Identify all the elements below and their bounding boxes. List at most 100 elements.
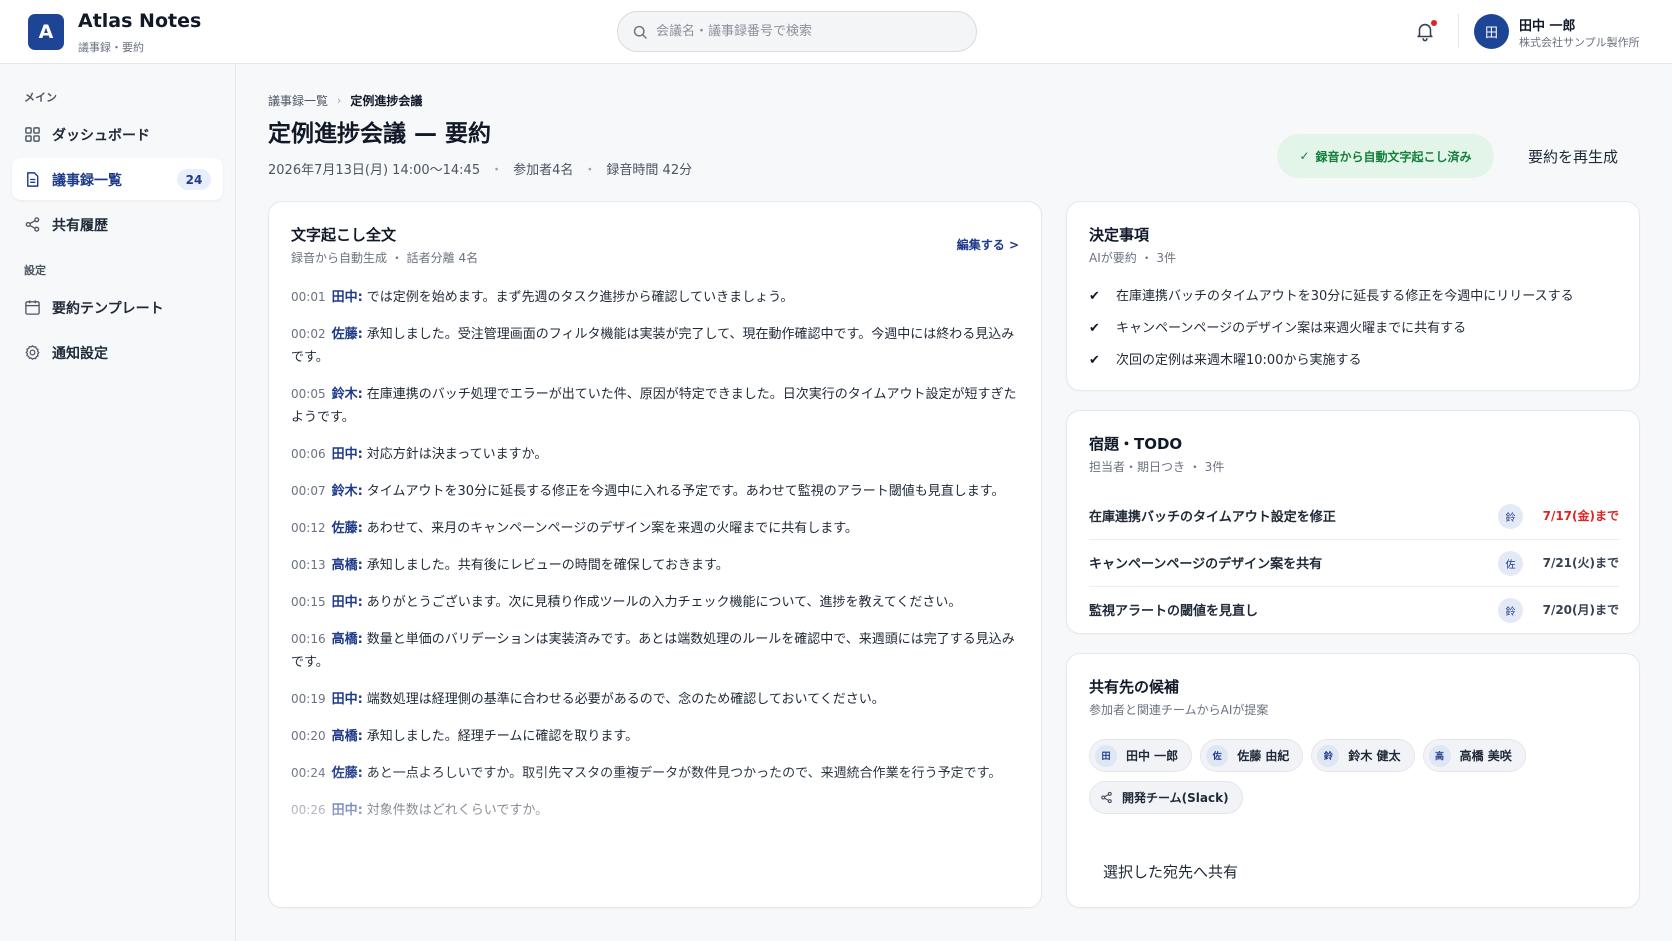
timestamp[interactable]: 00:26 bbox=[291, 803, 326, 817]
due-date: 7/21(火)まで bbox=[1542, 556, 1619, 570]
avatar: 田 bbox=[1095, 744, 1117, 767]
calendar-icon bbox=[25, 300, 40, 315]
sidebar-item-label: 議事録一覧 bbox=[52, 173, 122, 189]
card-title: 宿題・TODO bbox=[1089, 435, 1183, 453]
transcript-line: 00:16 高橋: 数量と単価のバリデーションは実装済みです。あとは端数処理のルール… bbox=[291, 628, 1017, 674]
timestamp[interactable]: 00:06 bbox=[291, 447, 326, 461]
todo-text: 監視アラートの閾値を見直し bbox=[1089, 604, 1259, 619]
search-input[interactable] bbox=[656, 12, 966, 51]
card-subtitle: 担当者・期日つき ・ 3件 bbox=[1089, 460, 1225, 474]
todo-row[interactable]: 監視アラートの閾値を見直し 鈴 7/20(月)まで bbox=[1089, 587, 1619, 634]
timestamp[interactable]: 00:16 bbox=[291, 632, 326, 646]
timestamp[interactable]: 00:15 bbox=[291, 595, 326, 609]
speaker-name: 高橋: bbox=[331, 729, 363, 744]
list-item: ✔ 在庫連携バッチのタイムアウトを30分に延長する修正を今週中にリリースする bbox=[1089, 286, 1619, 318]
search-icon bbox=[633, 25, 647, 39]
separator-dot: ・ bbox=[583, 163, 597, 178]
speaker-name: 佐藤: bbox=[331, 766, 363, 781]
timestamp[interactable]: 00:02 bbox=[291, 327, 326, 341]
sidebar-item-label: 要約テンプレート bbox=[52, 301, 164, 317]
separator-dot: ・ bbox=[490, 163, 504, 178]
speaker-name: 佐藤: bbox=[331, 521, 363, 536]
page-title-main: 定例進捗会議 bbox=[268, 121, 406, 147]
sidebar-item-share-history[interactable]: 共有履歴 bbox=[12, 203, 223, 245]
utterance-text: では定例を始めます。まず先週のタスク進捗から確認していきましょう。 bbox=[366, 290, 794, 305]
transcript-card: 文字起こし全文 録音から自動生成 ・ 話者分離 4名 編集する > 00:01 田… bbox=[268, 201, 1042, 908]
utterance-text: あわせて、来月のキャンペーンページのデザイン案を来週の火曜までに共有します。 bbox=[366, 521, 858, 536]
chevron-right-icon: › bbox=[337, 94, 342, 107]
assignee-avatar: 鈴 bbox=[1498, 598, 1523, 623]
app-title: Atlas Notes bbox=[78, 10, 202, 32]
recipient-chip-team[interactable]: 開発チーム(Slack) bbox=[1089, 781, 1243, 814]
regenerate-summary-button[interactable]: 要約を再生成 bbox=[1508, 134, 1638, 178]
list-item: ✔ キャンペーンページのデザイン案は来週火曜までに共有する bbox=[1089, 318, 1619, 350]
todo-row[interactable]: キャンペーンページのデザイン案を共有 佐 7/21(火)まで bbox=[1089, 540, 1619, 587]
share-selected-button[interactable]: 選択した宛先へ共有 bbox=[1089, 850, 1279, 892]
share-icon bbox=[1095, 787, 1117, 809]
breadcrumb-current: 定例進捗会議 bbox=[350, 94, 423, 108]
chip-label: 田中 一郎 bbox=[1126, 749, 1179, 763]
card-subtitle: 録音から自動生成 ・ 話者分離 4名 bbox=[291, 251, 479, 265]
transcript-line: 00:05 鈴木: 在庫連携のバッチ処理でエラーが出ていた件、原因が特定できました。… bbox=[291, 383, 1017, 429]
recipient-chip[interactable]: 鈴 鈴木 健太 bbox=[1311, 739, 1415, 772]
recipient-chip[interactable]: 高 高橋 美咲 bbox=[1422, 739, 1526, 772]
grid-icon bbox=[25, 127, 40, 142]
timestamp[interactable]: 00:12 bbox=[291, 521, 326, 535]
timestamp[interactable]: 00:13 bbox=[291, 558, 326, 572]
timestamp[interactable]: 00:24 bbox=[291, 766, 326, 780]
sidebar-item-dashboard[interactable]: ダッシュボード bbox=[12, 113, 223, 155]
speaker-name: 田中: bbox=[331, 803, 363, 818]
card-title: 決定事項 bbox=[1089, 226, 1150, 244]
utterance-text: 承知しました。経理チームに確認を取ります。 bbox=[366, 729, 639, 744]
utterance-text: 承知しました。共有後にレビューの時間を確保しておきます。 bbox=[366, 558, 729, 573]
todo-list: 在庫連携バッチのタイムアウト設定を修正 鈴 7/17(金)まで キャンペーンペー… bbox=[1089, 493, 1619, 634]
share-icon bbox=[25, 217, 40, 232]
transcript-line: 00:26 田中: 対象件数はどれくらいですか。 bbox=[291, 799, 1017, 822]
timestamp[interactable]: 00:19 bbox=[291, 692, 326, 706]
todo-text: キャンペーンページのデザイン案を共有 bbox=[1089, 557, 1323, 572]
check-icon: ✔ bbox=[1089, 353, 1100, 368]
chip-label: 佐藤 由紀 bbox=[1237, 749, 1290, 763]
avatar: 高 bbox=[1428, 744, 1451, 767]
timestamp[interactable]: 00:01 bbox=[291, 290, 326, 304]
recipient-chip[interactable]: 田 田中 一郎 bbox=[1089, 739, 1193, 772]
user-name[interactable]: 田中 一郎 bbox=[1519, 15, 1576, 34]
page-title: 定例進捗会議 — 要約 bbox=[268, 114, 491, 148]
chip-label: 高橋 美咲 bbox=[1459, 749, 1512, 763]
recipient-chip[interactable]: 佐 佐藤 由紀 bbox=[1200, 739, 1304, 772]
chip-label: 開発チーム(Slack) bbox=[1122, 791, 1229, 805]
timestamp[interactable]: 00:05 bbox=[291, 387, 326, 401]
user-avatar[interactable]: 田 bbox=[1474, 14, 1509, 49]
due-date: 7/20(月)まで bbox=[1542, 603, 1619, 617]
breadcrumb: 議事録一覧 › 定例進捗会議 bbox=[268, 92, 422, 109]
sidebar-item-notification-settings[interactable]: 通知設定 bbox=[12, 331, 223, 373]
transcript-line: 00:07 鈴木: タイムアウトを30分に延長する修正を今週中に入れる予定です。あわ… bbox=[291, 480, 1017, 503]
todo-row[interactable]: 在庫連携バッチのタイムアウト設定を修正 鈴 7/17(金)まで bbox=[1089, 493, 1619, 540]
utterance-text: 対応方針は決まっていますか。 bbox=[366, 447, 548, 462]
todo-text: 在庫連携バッチのタイムアウト設定を修正 bbox=[1089, 510, 1336, 525]
decisions-card: 決定事項 AIが要約 ・ 3件 ✔ 在庫連携バッチのタイムアウトを30分に延長す… bbox=[1066, 201, 1640, 391]
sidebar-item-label: 通知設定 bbox=[52, 346, 108, 362]
header-divider bbox=[1458, 14, 1459, 48]
speaker-name: 高橋: bbox=[331, 632, 363, 647]
utterance-text: 端数処理は経理側の基準に合わせる必要があるので、念のため確認しておいてください。 bbox=[366, 692, 885, 707]
assignee-avatar: 鈴 bbox=[1498, 504, 1523, 529]
nav-section-settings: 設定 bbox=[24, 264, 46, 277]
timestamp[interactable]: 00:07 bbox=[291, 484, 326, 498]
sidebar-item-label: 共有履歴 bbox=[52, 218, 108, 234]
check-icon: ✔ bbox=[1089, 289, 1100, 304]
transcript-lines[interactable]: 00:01 田中: では定例を始めます。まず先週のタスク進捗から確認していきましょう… bbox=[291, 286, 1017, 836]
sidebar-item-label: ダッシュボード bbox=[52, 128, 150, 144]
app-logo[interactable]: A bbox=[28, 14, 64, 50]
search-box[interactable] bbox=[617, 11, 977, 52]
top-header: A Atlas Notes 議事録・要約 田 田中 一郎 株式会社サンプル製作所 bbox=[0, 0, 1672, 64]
timestamp[interactable]: 00:20 bbox=[291, 729, 326, 743]
sidebar-item-minutes[interactable]: 議事録一覧 24 bbox=[12, 158, 223, 200]
sidebar: メイン ダッシュボード 議事録一覧 24 共有履歴 設定 要約テンプレート 通知… bbox=[0, 64, 236, 941]
breadcrumb-link-minutes[interactable]: 議事録一覧 bbox=[268, 92, 328, 109]
speaker-name: 鈴木: bbox=[331, 484, 363, 499]
meeting-meta: 2026年7月13日(月) 14:00〜14:45 ・ 参加者4名 ・ 録音時間… bbox=[268, 159, 692, 178]
sidebar-item-summary-templates[interactable]: 要約テンプレート bbox=[12, 286, 223, 328]
share-card: 共有先の候補 参加者と関連チームからAIが提案 田 田中 一郎 佐 佐藤 由紀 … bbox=[1066, 653, 1640, 908]
edit-transcript-link[interactable]: 編集する > bbox=[957, 236, 1019, 253]
